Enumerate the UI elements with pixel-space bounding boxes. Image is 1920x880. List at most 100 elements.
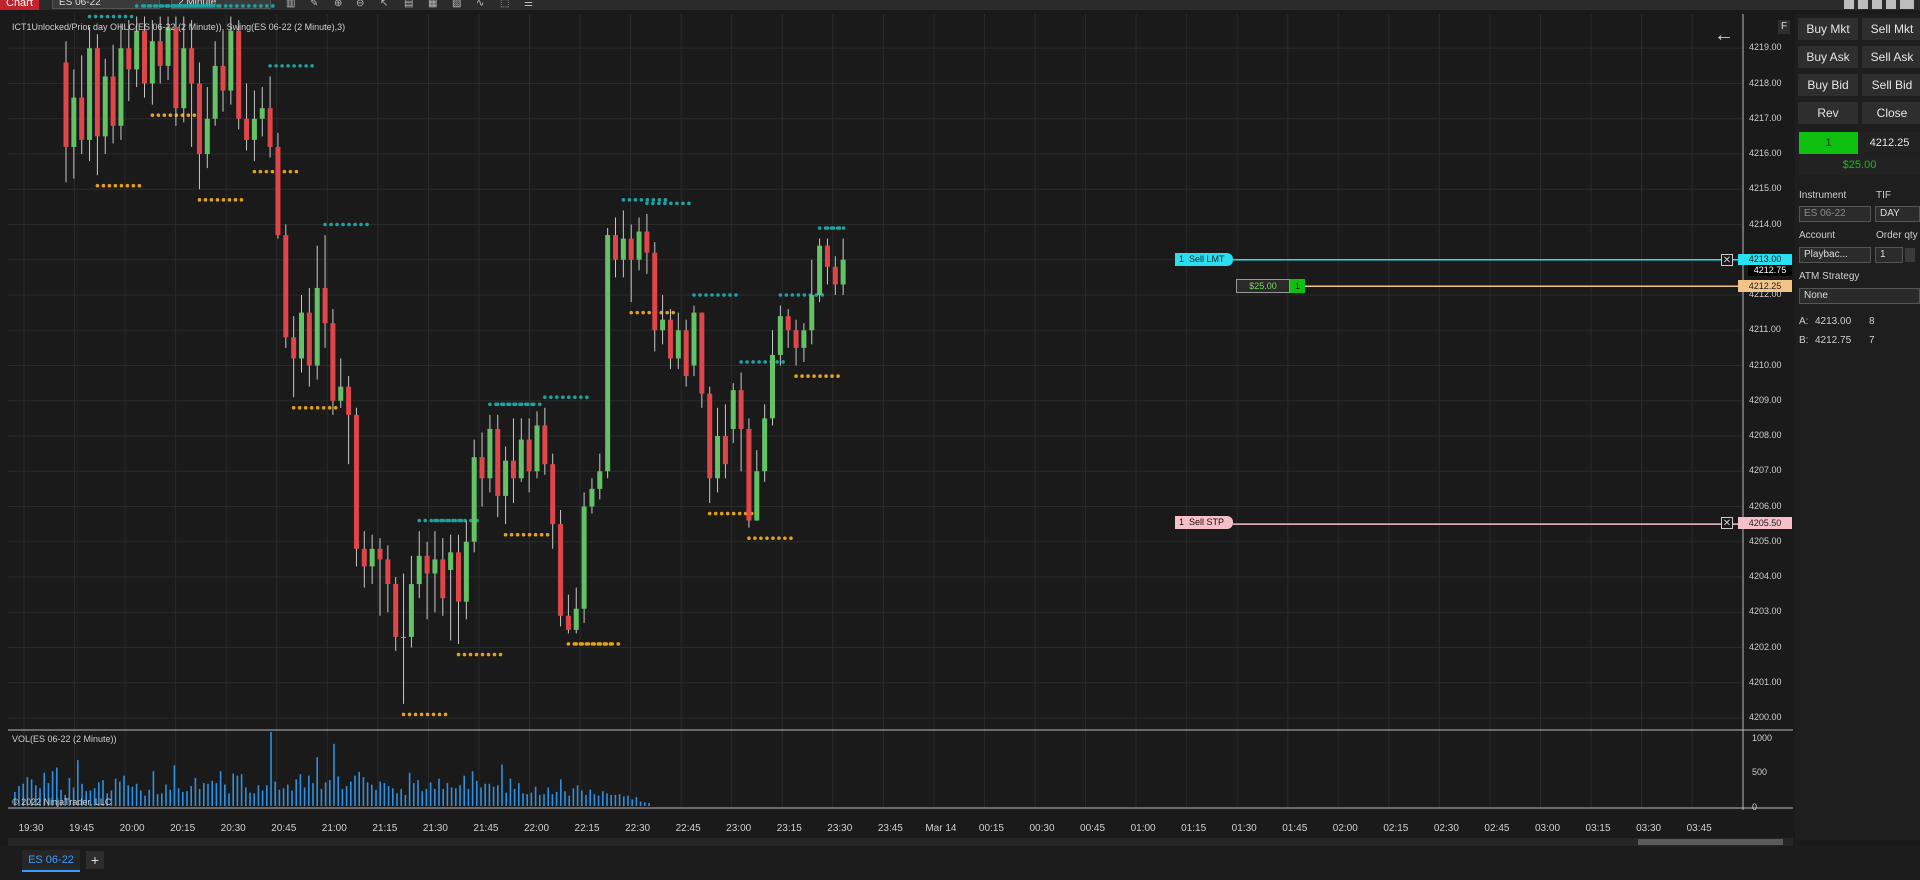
buy-bid-button[interactable]: Buy Bid: [1798, 74, 1858, 96]
volume-label: VOL(ES 06-22 (2 Minute)): [12, 734, 117, 744]
candle-down: [79, 97, 85, 140]
swing-dot: [99, 14, 104, 19]
swing-dot: [107, 183, 112, 188]
candle-up: [87, 48, 93, 140]
position-pnl-tag[interactable]: $25.00: [1236, 279, 1290, 293]
time-tick: 23:15: [776, 823, 802, 834]
volume-tick: 1000: [1752, 733, 1773, 743]
swing-dot: [765, 536, 769, 541]
reverse-button[interactable]: Rev: [1798, 102, 1858, 124]
buy-ask-button[interactable]: Buy Ask: [1798, 46, 1858, 68]
sell-limit-tag[interactable]: 1 Sell LMT: [1175, 253, 1233, 266]
cancel-stop-icon[interactable]: ✕: [1721, 517, 1733, 529]
swing-dot: [573, 395, 577, 400]
candle-down: [424, 555, 430, 574]
volume-bar: [597, 795, 600, 806]
sell-bid-button[interactable]: Sell Bid: [1862, 74, 1920, 96]
swing-dot: [247, 4, 251, 8]
swing-dot: [531, 402, 536, 407]
swing-dot: [671, 310, 675, 315]
tif-select[interactable]: DAY: [1875, 206, 1920, 222]
chart-trader-toggle[interactable]: F: [1778, 20, 1790, 34]
candle-down: [722, 436, 728, 465]
candle-down: [283, 235, 289, 338]
sell-mkt-button[interactable]: Sell Mkt: [1862, 18, 1920, 40]
time-tick: 20:00: [119, 823, 145, 834]
swing-dot: [329, 222, 333, 227]
candle-down: [94, 48, 100, 137]
swing-dot: [431, 712, 436, 717]
candle-down: [565, 615, 571, 630]
swing-dot: [445, 518, 449, 523]
price-tick: 4208.00: [1749, 430, 1782, 440]
volume-bar: [345, 786, 348, 806]
volume-bar: [232, 773, 234, 806]
price-chart[interactable]: [0, 0, 1920, 880]
volume-bar: [639, 801, 642, 806]
swing-dot: [616, 642, 621, 646]
volume-bar: [614, 794, 617, 806]
order-qty-input[interactable]: 1: [1875, 247, 1903, 263]
swing-dot: [725, 511, 730, 516]
time-tick: 02:15: [1383, 823, 1409, 834]
swing-dot: [629, 310, 633, 315]
time-tick: 03:45: [1686, 823, 1712, 834]
add-tab-button[interactable]: +: [86, 851, 104, 869]
volume-bar: [198, 788, 201, 806]
volume-bar: [459, 785, 461, 806]
swing-dot: [771, 536, 775, 541]
swing-dot: [498, 652, 503, 657]
swing-dot: [783, 536, 787, 541]
swing-dot: [830, 374, 834, 378]
candle-up: [503, 460, 509, 496]
candle-down: [346, 386, 352, 415]
volume-bar: [316, 757, 318, 806]
buy-mkt-button[interactable]: Buy Mkt: [1798, 18, 1858, 40]
candle-up: [71, 97, 77, 147]
position-qty-tag[interactable]: 1: [1290, 279, 1305, 293]
time-tick: 01:45: [1282, 823, 1308, 834]
swing-dot: [824, 374, 828, 378]
time-tick: 23:45: [877, 823, 903, 834]
swing-dot: [221, 198, 226, 202]
price-tick: 4219.00: [1749, 42, 1782, 53]
swing-dot: [303, 406, 308, 410]
swing-dot: [429, 518, 434, 523]
time-tick: 01:30: [1231, 823, 1257, 834]
order-qty-stepper[interactable]: [1905, 248, 1915, 262]
candle-down: [558, 524, 564, 616]
swing-dot: [800, 374, 804, 378]
sell-stop-tag[interactable]: 1 Sell STP: [1175, 516, 1233, 529]
candle-up: [102, 76, 108, 137]
candle-up: [369, 548, 375, 567]
candle-down: [510, 460, 516, 479]
price-tick: 4203.00: [1749, 606, 1782, 617]
atm-strategy-select[interactable]: None: [1799, 288, 1920, 304]
swing-dot: [174, 4, 178, 8]
horizontal-scrollbar[interactable]: [8, 838, 1793, 846]
time-tick: 23:30: [827, 823, 853, 834]
back-arrow-icon[interactable]: ←: [1714, 24, 1734, 47]
candle-up: [314, 287, 320, 366]
volume-bar: [291, 790, 293, 806]
candle-down: [275, 146, 281, 236]
swing-dot: [784, 293, 789, 297]
volume-bar: [400, 788, 402, 806]
tab-es-06-22[interactable]: ES 06-22: [22, 850, 80, 872]
account-label: Account: [1799, 230, 1836, 241]
close-position-button[interactable]: Close: [1862, 102, 1920, 124]
swing-dot: [794, 374, 798, 378]
order-lines[interactable]: [1233, 259, 1738, 525]
candle-down: [377, 548, 383, 560]
swing-dot: [456, 652, 461, 657]
time-tick: 22:15: [574, 823, 600, 834]
swing-dot: [468, 652, 473, 657]
cancel-limit-icon[interactable]: ✕: [1721, 254, 1733, 266]
swing-dot: [457, 518, 461, 523]
volume-bar: [161, 793, 163, 806]
instrument-select[interactable]: ES 06-22: [1799, 206, 1871, 222]
sell-ask-button[interactable]: Sell Ask: [1862, 46, 1920, 68]
account-select[interactable]: Playbac...: [1799, 247, 1871, 263]
scrollbar-thumb[interactable]: [1638, 839, 1783, 845]
candle-down: [738, 390, 744, 429]
